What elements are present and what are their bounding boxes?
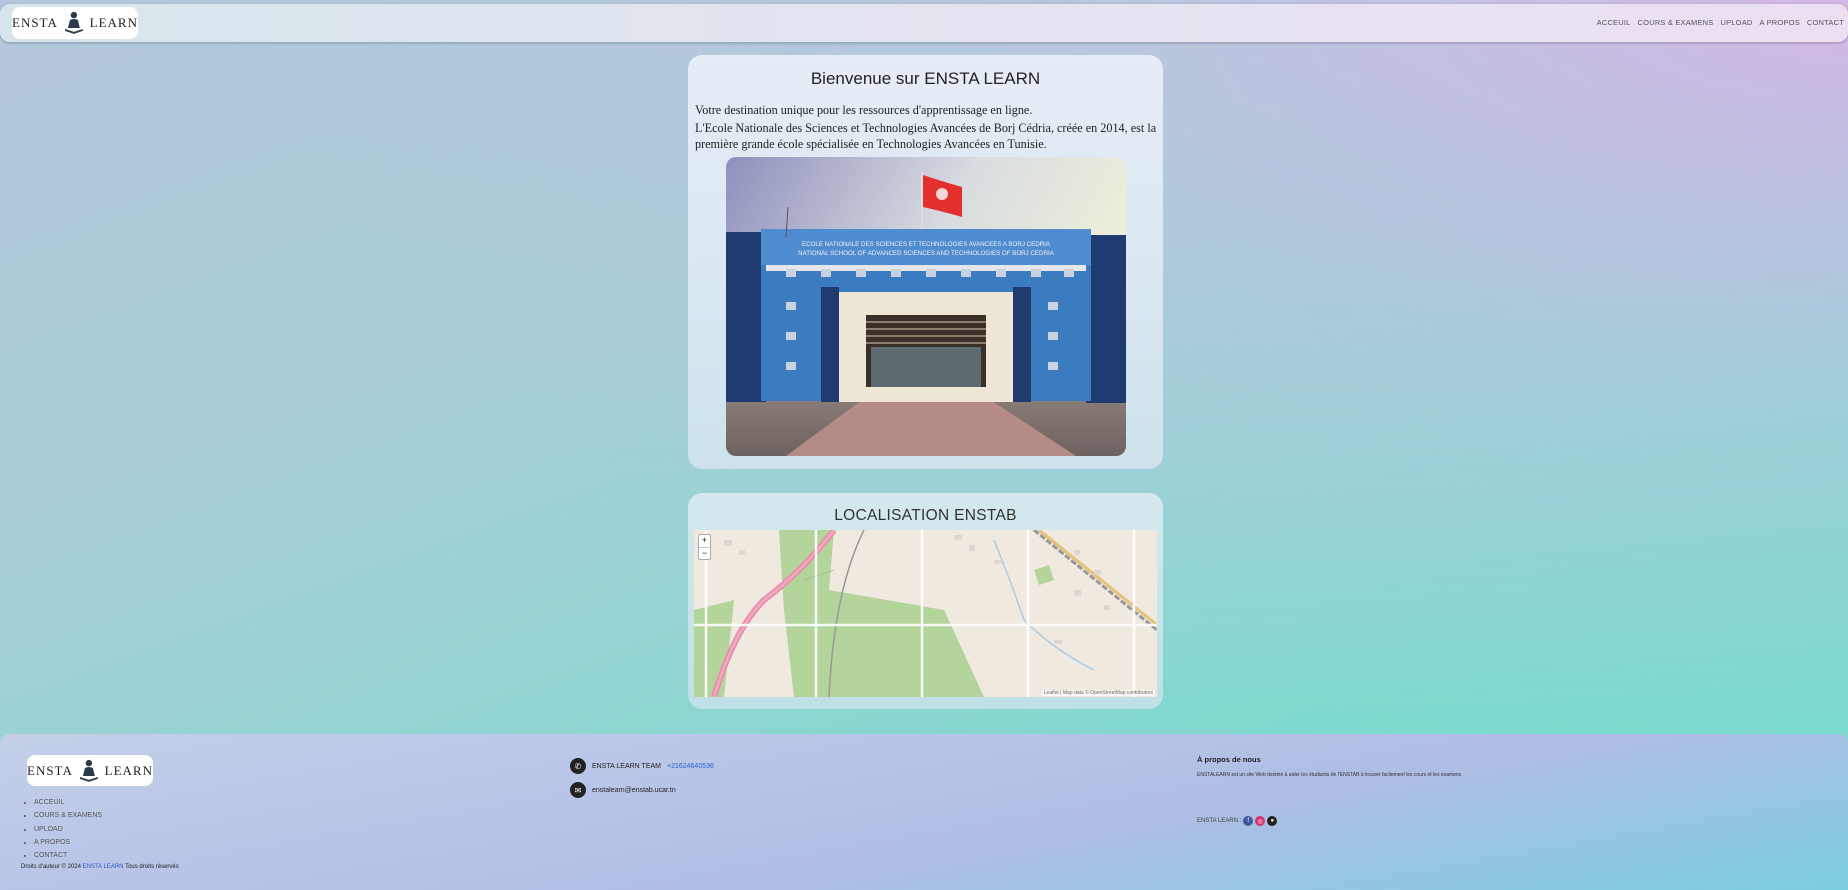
social-links: ENSTA LEARN : f ◎ ●: [1197, 816, 1278, 826]
zoom-in-button[interactable]: +: [699, 535, 710, 547]
reader-icon: [79, 759, 98, 782]
footer-link-contact[interactable]: CONTACT: [34, 849, 102, 862]
location-map[interactable]: + − Leaflet | Map data © OpenStreetMap c…: [694, 530, 1157, 697]
zoom-out-button[interactable]: −: [699, 547, 710, 559]
facebook-icon[interactable]: f: [1243, 816, 1254, 826]
copyright-pre: Droits d'auteur © 2024: [21, 864, 81, 870]
nav-item-a-propos[interactable]: A PROPOS: [1760, 18, 1800, 27]
nav-item-accueil[interactable]: ACCEUIL: [1597, 18, 1631, 27]
logo-text-left: ENSTA: [12, 15, 58, 30]
instagram-icon[interactable]: ◎: [1255, 816, 1266, 826]
reader-icon: [64, 11, 83, 34]
location-title: LOCALISATION ENSTAB: [834, 507, 1017, 524]
email-link[interactable]: enstalearn@enstab.ucar.tn: [592, 787, 676, 794]
welcome-tagline: Votre destination unique pour les ressou…: [695, 103, 1033, 117]
location-card: LOCALISATION ENSTAB + − Leaflet | Map da…: [688, 493, 1163, 709]
copyright: Droits d'auteur © 2024 ENSTA LEARN Tous …: [21, 864, 179, 870]
about-title: À propos de nous: [1197, 755, 1261, 764]
brand-logo[interactable]: ENSTA LEARN: [12, 7, 138, 39]
nav-item-cours-examens[interactable]: COURS & EXAMENS: [1638, 18, 1714, 27]
footer-link-accueil[interactable]: ACCEUIL: [34, 796, 102, 809]
footer-link-upload[interactable]: UPLOAD: [34, 823, 102, 836]
school-photo: ECOLE NATIONALE DES SCIENCES ET TECHNOLO…: [726, 157, 1126, 456]
sign-text-english: NATIONAL SCHOOL OF ADVANCED SCIENCES AND…: [798, 250, 1055, 257]
phone-link[interactable]: +21624640536: [667, 763, 714, 770]
footer-links: ACCEUIL COURS & EXAMENS UPLOAD A PROPOS …: [22, 796, 102, 862]
main-nav: ACCEUIL COURS & EXAMENS UPLOAD A PROPOS …: [1597, 18, 1844, 27]
mail-icon: ✉: [570, 782, 586, 798]
welcome-description: L'Ecole Nationale des Sciences et Techno…: [695, 121, 1157, 151]
contact-phone: ✆ ENSTA LEARN TEAM +21624640536: [570, 758, 714, 774]
footer-logo-text-right: LEARN: [104, 762, 153, 778]
footer-logo-text-left: ENSTA: [27, 762, 73, 778]
nav-item-contact[interactable]: CONTACT: [1807, 18, 1844, 27]
footer-link-a-propos[interactable]: A PROPOS: [34, 836, 102, 849]
contact-team: ENSTA LEARN TEAM: [592, 762, 661, 770]
contact-email: ✉ enstalearn@enstab.ucar.tn: [570, 782, 676, 798]
map-attribution[interactable]: Leaflet | Map data © OpenStreetMap contr…: [1041, 690, 1155, 696]
welcome-card: Bienvenue sur ENSTA LEARN Votre destinat…: [688, 55, 1163, 469]
footer-link-cours-examens[interactable]: COURS & EXAMENS: [34, 809, 102, 822]
top-navbar: ENSTA LEARN ACCEUIL COURS & EXAMENS UPLO…: [0, 4, 1848, 42]
footer-logo[interactable]: ENSTA LEARN: [27, 755, 153, 786]
github-icon[interactable]: ●: [1267, 816, 1278, 826]
map-zoom-control: + −: [698, 534, 711, 560]
welcome-title: Bienvenue sur ENSTA LEARN: [810, 69, 1041, 88]
copyright-brand-link[interactable]: ENSTA LEARN: [83, 864, 124, 870]
sign-text-french: ECOLE NATIONALE DES SCIENCES ET TECHNOLO…: [802, 241, 1051, 248]
about-text: ENSTALEARN est un site Web destiné à aid…: [1197, 772, 1462, 778]
copyright-post: Tous droits réservés: [125, 864, 179, 870]
logo-text-right: LEARN: [89, 15, 138, 30]
social-label: ENSTA LEARN :: [1197, 818, 1242, 824]
footer: ENSTA LEARN ACCEUIL COURS & EXAMENS UPLO…: [0, 734, 1848, 890]
nav-item-upload[interactable]: UPLOAD: [1720, 18, 1752, 27]
phone-icon: ✆: [570, 758, 586, 774]
